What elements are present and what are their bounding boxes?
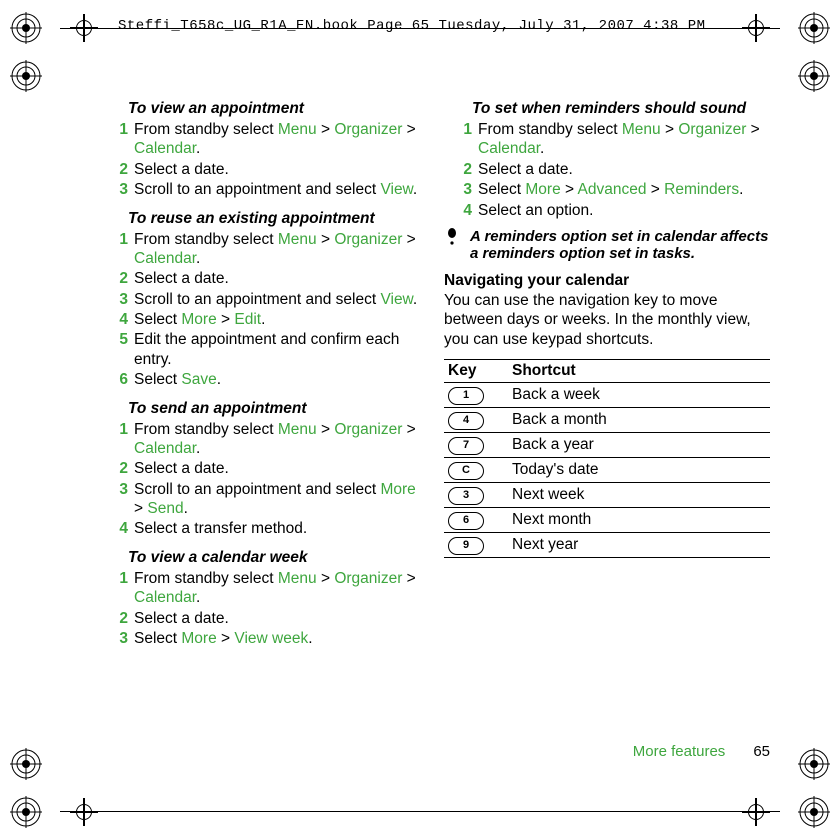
table-row: 3 Next week — [444, 483, 770, 508]
table-row: 9 Next year — [444, 533, 770, 558]
subhead-reuse-appointment: To reuse an existing appointment — [128, 210, 426, 228]
save-link: Save — [181, 371, 216, 388]
text: From standby select — [134, 121, 278, 138]
table-row: 7 Back a year — [444, 433, 770, 458]
table-row: C Today's date — [444, 458, 770, 483]
step-text: Select a date. — [134, 160, 426, 179]
reg-mark-icon — [798, 60, 830, 92]
view-week-link: View week — [234, 630, 308, 647]
reg-mark-icon — [10, 748, 42, 780]
shortcut-label: Next year — [508, 533, 770, 558]
organizer-link: Organizer — [334, 121, 402, 138]
calendar-link: Calendar — [134, 140, 196, 157]
nav-calendar-title: Navigating your calendar — [444, 272, 770, 290]
shortcut-label: Back a week — [508, 383, 770, 408]
reg-mark-icon — [798, 796, 830, 828]
reg-mark-icon — [10, 12, 42, 44]
footer-rule — [60, 811, 780, 812]
left-column: To view an appointment 1From standby sel… — [100, 90, 426, 649]
reminders-link: Reminders — [664, 181, 739, 198]
keycap-icon: 6 — [448, 512, 484, 530]
subhead-reminders: To set when reminders should sound — [472, 100, 770, 118]
shortcut-label: Today's date — [508, 458, 770, 483]
menu-link: Menu — [278, 121, 317, 138]
view-link: View — [380, 181, 412, 198]
send-link: Send — [147, 500, 183, 517]
subhead-view-week: To view a calendar week — [128, 549, 426, 567]
more-link: More — [181, 311, 216, 328]
col-shortcut: Shortcut — [508, 360, 770, 383]
shortcut-table: Key Shortcut 1 Back a week 4 Back a month 7 B… — [444, 359, 770, 558]
nav-calendar-body: You can use the navigation key to move b… — [444, 291, 770, 349]
text: Scroll to an appointment and select — [134, 181, 380, 198]
right-column: To set when reminders should sound 1From… — [444, 90, 770, 649]
keycap-icon: 1 — [448, 387, 484, 405]
reg-mark-icon — [10, 60, 42, 92]
reg-mark-icon — [798, 748, 830, 780]
edit-link: Edit — [234, 311, 261, 328]
info-icon — [444, 228, 460, 262]
advanced-link: Advanced — [578, 181, 647, 198]
subhead-send-appointment: To send an appointment — [128, 400, 426, 418]
keycap-icon: 7 — [448, 437, 484, 455]
table-row: 4 Back a month — [444, 408, 770, 433]
reg-mark-icon — [10, 796, 42, 828]
subhead-view-appointment: To view an appointment — [128, 100, 426, 118]
crosshair-icon — [70, 798, 98, 826]
note-text: A reminders option set in calendar affec… — [470, 228, 770, 262]
shortcut-label: Back a month — [508, 408, 770, 433]
header-filename: Steffi_T658c_UG_R1A_EN.book Page 65 Tues… — [118, 18, 706, 34]
keycap-icon: C — [448, 462, 484, 480]
keycap-icon: 3 — [448, 487, 484, 505]
page-footer: More features 65 — [633, 743, 770, 760]
table-row: 6 Next month — [444, 508, 770, 533]
col-key: Key — [444, 360, 508, 383]
table-row: 1 Back a week — [444, 383, 770, 408]
footer-section: More features — [633, 743, 726, 760]
reg-mark-icon — [798, 12, 830, 44]
footer-page: 65 — [753, 743, 770, 760]
keycap-icon: 9 — [448, 537, 484, 555]
page-content: To view an appointment 1 From standby sel… — [100, 90, 770, 760]
shortcut-label: Next month — [508, 508, 770, 533]
shortcut-label: Back a year — [508, 433, 770, 458]
keycap-icon: 4 — [448, 412, 484, 430]
note-callout: A reminders option set in calendar affec… — [444, 228, 770, 262]
shortcut-label: Next week — [508, 483, 770, 508]
crosshair-icon — [742, 798, 770, 826]
